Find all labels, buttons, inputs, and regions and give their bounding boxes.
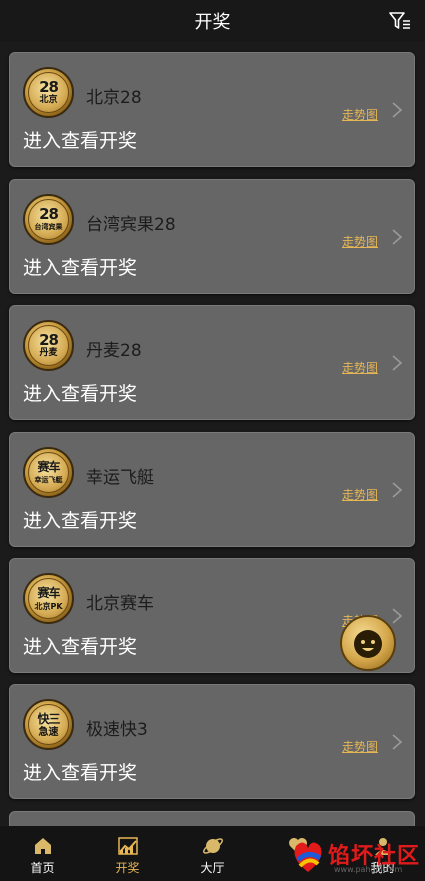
lottery-card[interactable]: 28 台湾宾果 台湾宾果28 进入查看开奖 走势图 [9,179,415,294]
logo-top-text: 赛车 [37,459,60,474]
enter-results-link[interactable]: 进入查看开奖 [23,253,137,280]
tab-label: 大厅 [200,861,225,875]
customer-service-button[interactable] [340,615,396,671]
logo-top-text: 赛车 [37,585,60,600]
enter-results-link[interactable]: 进入查看开奖 [23,632,137,659]
headset-face-icon [354,630,382,658]
lottery-logo: 28 丹麦 [23,320,74,371]
planet-icon [202,838,223,854]
watermark-logo-icon [294,842,322,872]
lottery-list: 28 北京 北京28 进入查看开奖 走势图 28 台湾宾果 台湾宾果28 进入查… [0,42,425,826]
lottery-name: 幸运飞艇 [86,468,154,488]
logo-top-text: 28 [39,330,59,349]
chevron-right-icon [392,608,403,624]
logo-top-text: 快三 [37,711,60,726]
logo-bottom-text: 台湾宾果 [34,222,63,231]
lottery-card[interactable]: 快三 急速 极速快3 进入查看开奖 走势图 [9,684,415,799]
site-watermark: 馅坏社区 www.pahoui.com [286,832,425,880]
lottery-name: 丹麦28 [86,341,142,361]
chart-icon [117,837,138,855]
lottery-name: 极速快3 [86,720,148,740]
chevron-right-icon [392,229,403,245]
lottery-logo: 28 台湾宾果 [23,194,74,245]
tab-lobby[interactable]: 大厅 [170,826,255,881]
lottery-name: 北京28 [86,88,142,108]
home-icon [34,838,51,854]
lottery-logo: 赛车 北京PK [23,573,74,624]
chevron-right-icon [392,482,403,498]
logo-bottom-text: 急速 [38,726,59,738]
tab-lottery-results[interactable]: 开奖 [85,826,170,881]
lottery-logo: 快三 急速 [23,699,74,750]
lottery-logo: 赛车 幸运飞艇 [23,447,74,498]
chevron-right-icon [392,355,403,371]
logo-bottom-text: 北京 [39,94,58,105]
lottery-card[interactable]: 28 北京 北京28 进入查看开奖 走势图 [9,52,415,167]
watermark-url: www.pahoui.com [334,865,403,874]
lottery-card[interactable]: 赛车 幸运飞艇 幸运飞艇 进入查看开奖 走势图 [9,432,415,547]
logo-top-text: 28 [39,204,59,223]
trend-chart-link[interactable]: 走势图 [342,359,378,376]
lottery-logo: 28 北京 [23,67,74,118]
tab-home[interactable]: 首页 [0,826,85,881]
enter-results-link[interactable]: 进入查看开奖 [23,758,137,785]
filter-icon[interactable] [389,11,411,31]
trend-chart-link[interactable]: 走势图 [342,738,378,755]
logo-top-text: 28 [39,77,59,96]
trend-chart-link[interactable]: 走势图 [342,233,378,250]
page-title: 开奖 [194,12,231,33]
enter-results-link[interactable]: 进入查看开奖 [23,126,137,153]
logo-bottom-text: 丹麦 [39,347,58,358]
enter-results-link[interactable]: 进入查看开奖 [23,379,137,406]
lottery-name: 台湾宾果28 [86,215,176,235]
chevron-right-icon [392,102,403,118]
lottery-name: 北京赛车 [86,594,154,614]
lottery-card[interactable]: 28 丹麦 丹麦28 进入查看开奖 走势图 [9,305,415,420]
logo-bottom-text: 北京PK [34,601,63,611]
top-bar: 开奖 [0,0,425,42]
tab-label: 开奖 [115,861,140,875]
chevron-right-icon [392,734,403,750]
tab-label: 首页 [30,861,55,875]
trend-chart-link[interactable]: 走势图 [342,106,378,123]
enter-results-link[interactable]: 进入查看开奖 [23,506,137,533]
trend-chart-link[interactable]: 走势图 [342,486,378,503]
logo-bottom-text: 幸运飞艇 [34,475,63,484]
